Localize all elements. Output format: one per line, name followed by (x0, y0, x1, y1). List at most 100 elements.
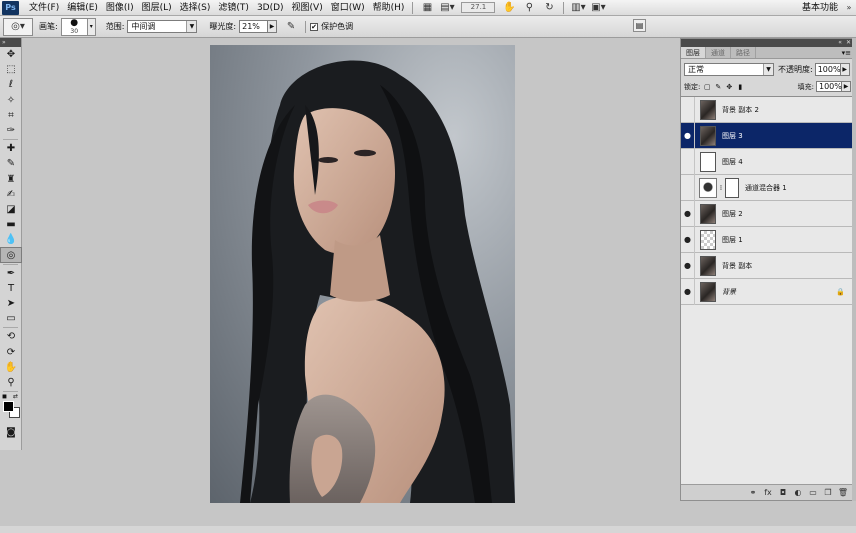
panel-collapse-icon[interactable]: « (838, 39, 842, 47)
link-layers-icon[interactable]: ⚭ (747, 487, 759, 499)
arrange-documents-icon[interactable]: ▥▾ (571, 2, 585, 14)
marquee-tool-icon[interactable]: ⬚ (0, 62, 22, 77)
menu-image[interactable]: 图像(I) (102, 0, 138, 16)
fill-input[interactable]: 100% (816, 81, 842, 92)
new-layer-icon[interactable]: ❐ (822, 487, 834, 499)
eraser-tool-icon[interactable]: ◪ (0, 202, 22, 217)
pen-tool-icon[interactable]: ✒ (0, 266, 22, 281)
menu-select[interactable]: 选择(S) (176, 0, 215, 16)
lock-pixels-icon[interactable]: ✎ (714, 83, 722, 91)
menu-layer[interactable]: 图层(L) (138, 0, 176, 16)
brush-tool-icon[interactable]: ✎ (0, 156, 22, 171)
stamp-tool-icon[interactable]: ♜ (0, 172, 22, 187)
add-mask-icon[interactable]: ◘ (777, 487, 789, 499)
document-canvas[interactable] (210, 45, 515, 503)
layer-style-icon[interactable]: fx (762, 487, 774, 499)
move-tool-icon[interactable]: ✥ (0, 47, 22, 62)
visibility-eye-icon[interactable]: ● (681, 122, 695, 149)
type-tool-icon[interactable]: T (0, 281, 22, 296)
layer-row[interactable]: ● 背景 副本 2 (681, 96, 854, 123)
brush-dropdown-arrow[interactable]: ▾ (87, 17, 96, 36)
opacity-slider-arrow[interactable]: ▶ (840, 62, 850, 76)
opacity-input[interactable]: 100% (814, 62, 841, 76)
tool-preset-picker[interactable]: ◎▾ (3, 17, 33, 36)
visibility-eye-icon[interactable]: ● (681, 200, 695, 227)
fill-slider-arrow[interactable]: ▶ (842, 81, 851, 92)
swap-colors-icon[interactable]: ⇄ (13, 393, 18, 400)
hand-tool-icon[interactable]: ✋ (0, 360, 22, 375)
sponge-tool-icon[interactable]: ◎ (0, 247, 22, 263)
healing-tool-icon[interactable]: ✚ (0, 141, 22, 156)
history-brush-tool-icon[interactable]: ✍ (0, 187, 22, 202)
layer-row[interactable]: ● 背景 副本 (681, 252, 854, 279)
eyedropper-tool-icon[interactable]: ✑ (0, 123, 22, 138)
color-swatches[interactable]: ◼ ⇄ (0, 393, 21, 421)
shape-tool-icon[interactable]: ▭ (0, 311, 22, 326)
mask-thumbnail (725, 177, 739, 198)
blur-tool-icon[interactable]: 💧 (0, 232, 22, 247)
gradient-tool-icon[interactable]: ▬ (0, 217, 22, 232)
brush-size: 30 (70, 27, 79, 35)
quick-mask-icon[interactable]: ◙ (0, 425, 22, 440)
path-select-tool-icon[interactable]: ➤ (0, 296, 22, 311)
new-group-icon[interactable]: ▭ (807, 487, 819, 499)
tab-paths[interactable]: 路径 (731, 47, 756, 58)
menu-help[interactable]: 帮助(H) (369, 0, 409, 16)
menu-3d[interactable]: 3D(D) (253, 0, 288, 16)
toolbox-collapse-icon[interactable]: » (0, 38, 21, 47)
rotate-view-icon[interactable]: ↻ (542, 2, 556, 14)
visibility-eye-icon[interactable]: ● (681, 174, 695, 201)
default-colors-icon[interactable]: ◼ (2, 393, 7, 400)
screen-mode-icon[interactable]: ▣▾ (591, 2, 605, 14)
hand-tool-icon[interactable]: ✋ (502, 2, 516, 14)
visibility-eye-icon[interactable]: ● (681, 96, 695, 123)
menu-edit[interactable]: 编辑(E) (63, 0, 102, 16)
menu-view[interactable]: 视图(V) (288, 0, 327, 16)
layer-row[interactable]: ● 图层 4 (681, 148, 854, 175)
visibility-eye-icon[interactable]: ● (681, 278, 695, 305)
visibility-eye-icon[interactable]: ● (681, 148, 695, 175)
blend-mode-select[interactable]: 正常 ▼ (684, 62, 774, 76)
exposure-slider-arrow[interactable]: ▶ (268, 20, 278, 33)
menu-file[interactable]: 文件(F) (25, 0, 63, 16)
brush-panel-toggle-icon[interactable]: ▤ (633, 19, 646, 32)
mini-bridge-icon[interactable]: ▤▾ (440, 2, 454, 14)
tool-separator (3, 139, 18, 141)
menu-filter[interactable]: 滤镜(T) (214, 0, 253, 16)
layer-row[interactable]: ● 图层 2 (681, 200, 854, 227)
delete-layer-icon[interactable]: 🗑 (837, 487, 849, 499)
range-select[interactable]: 中间调 ▼ (127, 20, 198, 33)
3d-rotate-tool-icon[interactable]: ⟲ (0, 329, 22, 344)
layer-row[interactable]: ● 图层 3 (681, 122, 854, 149)
layer-row[interactable]: ● 图层 1 (681, 226, 854, 253)
protect-tones-checkbox[interactable]: ✔ (310, 22, 319, 31)
adjustment-layer-icon[interactable]: ◐ (792, 487, 804, 499)
panel-dock-scrollbar[interactable] (852, 38, 856, 501)
visibility-eye-icon[interactable]: ● (681, 226, 695, 253)
window-overflow-icon[interactable]: » (844, 2, 854, 13)
lock-position-icon[interactable]: ✥ (725, 83, 733, 91)
exposure-input[interactable]: 21% (239, 20, 269, 33)
foreground-color[interactable] (3, 401, 14, 413)
layer-row[interactable]: ● 背景 🔒 (681, 278, 854, 305)
lock-transparent-icon[interactable]: ▢ (703, 83, 711, 91)
workspace-switcher[interactable]: 基本功能 (802, 0, 838, 16)
zoom-tool-icon[interactable]: ⚲ (0, 375, 22, 390)
bridge-icon[interactable]: ▦ (420, 2, 434, 14)
tab-channels[interactable]: 通道 (706, 47, 731, 58)
3d-orbit-tool-icon[interactable]: ⟳ (0, 345, 22, 360)
magic-wand-tool-icon[interactable]: ✧ (0, 93, 22, 108)
panel-close-icon[interactable]: ✕ (846, 39, 851, 47)
brush-picker[interactable]: ● 30 (60, 17, 88, 36)
visibility-eye-icon[interactable]: ● (681, 252, 695, 279)
zoom-level[interactable]: 27.1 (461, 2, 496, 13)
layer-row[interactable]: ● ⁞ 通道混合器 1 (681, 174, 854, 201)
menu-window[interactable]: 窗口(W) (327, 0, 369, 16)
zoom-tool-icon[interactable]: ⚲ (522, 2, 536, 14)
airbrush-icon[interactable]: ✎ (284, 21, 298, 33)
lock-all-icon[interactable]: ▮ (736, 83, 744, 91)
crop-tool-icon[interactable]: ⌗ (0, 108, 22, 123)
sponge-icon: ◎▾ (11, 21, 25, 32)
tab-layers[interactable]: 图层 (681, 47, 706, 58)
lasso-tool-icon[interactable]: ℓ (0, 77, 22, 92)
